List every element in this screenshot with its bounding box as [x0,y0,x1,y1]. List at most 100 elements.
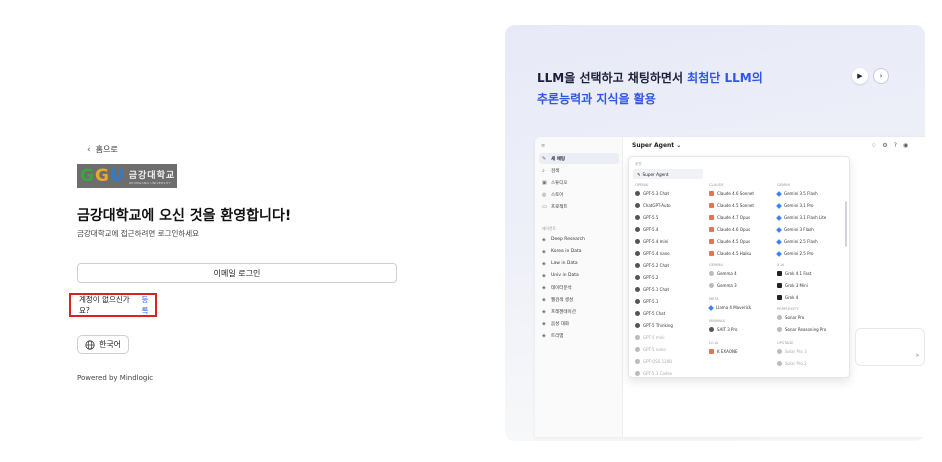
signup-prompt: 계정이 없으신가요? 등록 [69,293,157,317]
model-label: Claude 4.6 Opus [717,227,751,232]
minimax-icon [709,327,714,332]
model-label: Grok 4 [785,295,799,300]
sidebar-item-label: Korea in Data [551,249,582,254]
welcome-subtitle: 금강대학교에 접근하려면 로그인하세요 [77,229,200,238]
openai-icon [635,311,640,316]
perplexity-icon [777,327,782,332]
agent-icon: ◈ [542,332,546,339]
dropdown-section-label: UPSTAGE [777,341,794,345]
model-label: Claude 4.5 Haiku [717,251,752,256]
model-item: GPT-5.1 Chat [635,287,669,292]
play-icon: ▶ [857,72,863,80]
sidebar-item-label: 프로젝트 [551,204,568,210]
model-item: Solar Pro 2 [777,361,807,366]
agent-icon: ◈ [542,284,546,291]
model-item: Claude 4.5 Haiku [709,251,751,256]
openai-icon [635,359,640,364]
back-home-link[interactable]: ‹ 홈으로 [87,144,118,155]
model-item: Claude 4.5 Opus [709,239,750,244]
openai-icon [635,263,640,268]
sidebar-menu-icon: ≡ [541,143,546,149]
gemini-icon [776,226,782,233]
gemma-icon [709,283,714,288]
app-preview: ≡ ✎ 새 채팅 ⌕ 검색 ▣ 스튜디오 ◎ 스토어 ▭ 프로젝트 에이전트 ◈ Deep … [535,137,925,437]
logo-text: 금강대학교 GEUMGANG UNIVERSITY [129,168,175,185]
model-label: Sonar Reasoning Pro [785,327,827,332]
sidebar-item-label: 트리맵 [551,333,564,339]
dropdown-section-label: 추천 [635,162,642,166]
preview-topbar-icons: ♢ ⚙ ? ◉ [871,142,908,149]
model-label: GPT-5 Chat [643,311,666,316]
back-home-label: 홈으로 [95,145,118,154]
sidebar-item-label: Univ in Data [551,273,579,278]
gemini-icon [776,214,782,221]
model-label: GPT-5.4 [643,227,659,232]
dropdown-section-label: GEMMA [709,263,723,267]
model-label: GPT-5.4 mini [643,239,669,244]
chevron-left-icon: ‹ [87,144,91,155]
grok-icon [777,271,782,276]
globe-icon [85,339,95,350]
model-label: GPT-5 nano [643,347,666,352]
claude-icon [709,191,714,196]
model-item: Grok 3 Mini [777,283,808,288]
claude-icon [709,215,714,220]
meta-icon [708,304,714,311]
logo-korean: 금강대학교 [128,170,176,181]
email-login-button[interactable]: 이메일 로그인 [77,263,397,283]
model-item: Gemini 3 Flash [776,226,814,233]
model-item: GPT-5.2 Chat [635,263,669,268]
model-label: Claude 4.5 Sonnet [717,203,754,208]
model-item: GPT-5 Chat [635,311,665,316]
model-item: Claude 4.6 Sonnet [709,191,754,196]
solar-icon [777,361,782,366]
lg-icon [709,349,714,354]
model-label: GPT-5.3 Codex [643,371,673,376]
hero-line1-highlight: 최첨단 LLM의 [687,71,763,85]
agent-icon: ◈ [542,236,546,243]
sidebar-item-label: Deep Research [551,237,585,242]
sidebar-item-studio: ▣ 스튜디오 [539,177,619,188]
model-label: GPT-5.2 [643,275,659,280]
model-label: Gemini 3.1 Flash Lite [784,215,827,220]
hero-line1-a: LLM을 선택하고 채팅하면서 [537,71,688,85]
openai-icon [635,335,640,340]
signup-link[interactable]: 등록 [141,294,155,316]
model-item: K EXAONE [709,349,738,354]
play-button[interactable]: ▶ [852,68,868,84]
model-item: GPT-5.4 nano [635,251,670,256]
model-item: GPT-5 nano [635,347,666,352]
bell-icon: ♢ [871,142,877,149]
openai-icon [635,299,640,304]
gemini-icon [776,202,782,209]
send-icon: ➤ [915,352,921,359]
promo-panel: LLM을 선택하고 채팅하면서 최첨단 LLM의 추론능력과 지식을 활용 ▶ … [505,25,925,441]
language-button[interactable]: 한국어 [77,335,129,354]
university-logo: G G U 금강대학교 GEUMGANG UNIVERSITY [77,164,177,188]
model-label: Gemma 3 [717,283,737,288]
powered-by: Powered by Mindlogic [77,374,154,382]
model-label: GPT-5.1 [643,299,659,304]
signup-prompt-text: 계정이 없으신가요? [79,295,130,315]
model-item: Claude 4.7 Opus [709,215,750,220]
model-item: Grok 4.1 Fast [777,271,811,276]
model-item: Sonar Pro [777,315,804,320]
claude-icon [709,239,714,244]
login-page: ‹ 홈으로 G G U 금강대학교 GEUMGANG UNIVERSITY 금강… [0,0,942,462]
model-item: Llama 4 Maverick [708,304,751,311]
preview-chat-input [855,328,925,366]
next-slide-button[interactable]: › [873,68,889,84]
claude-icon [709,203,714,208]
gear-icon: ⚙ [882,142,888,149]
model-item: GPT-5.2 [635,275,658,280]
agent-icon: ◈ [542,248,546,255]
dropdown-section-label: MINIMAX [709,319,725,323]
model-label: Gemini 3 Flash [784,227,814,232]
model-item: GPT-5 Thinking [635,323,673,328]
model-item: GPT-5.3 Codex [635,371,672,376]
model-label: Solar Pro 2 [785,361,807,366]
dropdown-section-label: PERPLEXITY [777,307,799,311]
gemini-icon [776,238,782,245]
model-item: ChatGPT-Auto [635,203,671,208]
chat-icon: ✎ [542,155,547,162]
